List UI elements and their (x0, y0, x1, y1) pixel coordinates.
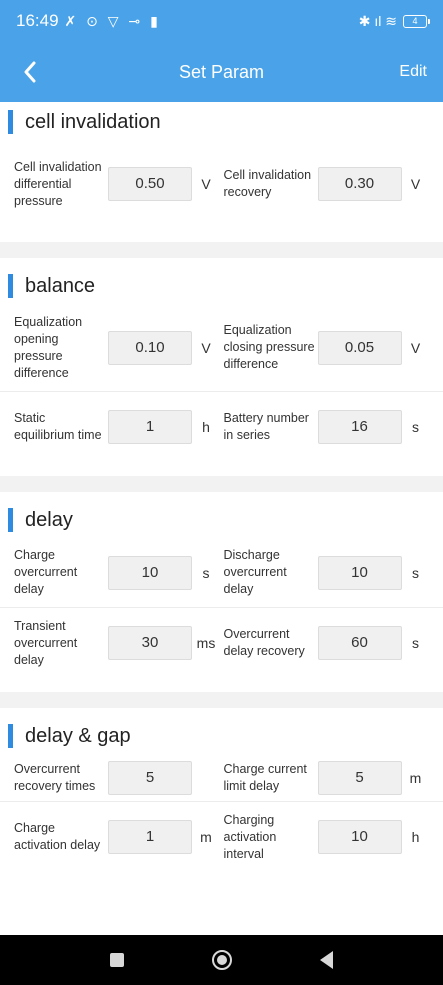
param-cell: Cell invalidation recovery 0.30 V (224, 167, 434, 201)
param-label: Charge current limit delay (223, 761, 307, 793)
param-unit: V (410, 176, 421, 192)
param-value-field[interactable]: 10 (108, 555, 192, 590)
param-cell: Overcurrent recovery times 5 (14, 760, 224, 795)
param-label: Discharge overcurrent delay (223, 548, 287, 596)
param-value-field[interactable]: 16 (317, 410, 402, 444)
param-cell: Charge current limit delay 5 m (223, 760, 434, 795)
param-unit: s (202, 564, 210, 581)
param-label: Equalization closing pressure difference (223, 323, 315, 371)
param-value-field[interactable]: 10 (317, 820, 402, 854)
section-title: cell invalidation (25, 110, 161, 133)
param-unit: V (410, 339, 421, 356)
param-label: Equalization opening pressure difference (14, 314, 83, 380)
param-label: Charge activation delay (14, 821, 101, 852)
param-unit: m (409, 769, 422, 786)
param-label: Transient overcurrent delay (14, 618, 78, 667)
param-unit: V (201, 176, 211, 192)
param-row: Transient overcurrent delay 30 ms Overcurre… (0, 608, 443, 678)
section-header: balance (0, 268, 443, 304)
param-cell: Battery number in series 16 s (224, 410, 434, 444)
home-icon[interactable] (212, 950, 232, 970)
recent-apps-icon[interactable] (110, 953, 124, 967)
section-header: cell invalidation (0, 104, 443, 140)
page-title: Set Param (178, 61, 265, 82)
param-label: Overcurrent recovery times (14, 761, 96, 793)
param-label: Charging activation interval (223, 812, 277, 861)
param-value-field[interactable]: 60 (317, 626, 402, 660)
battery-icon: 4 (403, 14, 430, 28)
edit-button[interactable]: Edit (399, 63, 427, 81)
param-value-field[interactable]: 5 (317, 760, 402, 795)
param-unit: s (412, 419, 419, 435)
section-header: delay & gap (0, 718, 443, 754)
status-time: 16:49 (16, 11, 59, 30)
param-list[interactable]: cell invalidation Cell invalidation diffe… (0, 102, 443, 935)
param-row: Charge activation delay 1 m Charging activa… (0, 802, 443, 872)
section-divider (0, 476, 443, 492)
param-row: Overcurrent recovery times 5 Charge curren… (0, 754, 443, 802)
section-accent-bar (8, 274, 13, 298)
param-cell: Equalization opening pressure difference… (14, 314, 224, 382)
param-value-field[interactable]: 30 (108, 626, 192, 660)
param-label: Static equilibrium time (14, 411, 102, 442)
section-header: delay (0, 502, 443, 538)
notification-icons: ✗ ⊙ ▽ ⊸ ▮ (64, 12, 161, 29)
status-bar: 16:49 ✗ ⊙ ▽ ⊸ ▮ ✱ ıl ≋ 4 (0, 0, 443, 42)
section-divider (0, 242, 443, 258)
param-label: Overcurrent delay recovery (223, 627, 305, 658)
back-button[interactable] (0, 42, 60, 102)
sections-container: cell invalidation Cell invalidation diffe… (0, 104, 443, 872)
param-row: Charge overcurrent delay 10 s Discharge ove… (0, 538, 443, 608)
section-divider (0, 692, 443, 708)
section-accent-bar (8, 110, 13, 134)
section-title: delay (25, 508, 73, 531)
section-title: balance (25, 274, 96, 297)
param-cell: Transient overcurrent delay 30 ms (14, 618, 224, 669)
param-row: Static equilibrium time 1 h Battery number … (0, 392, 443, 462)
param-value-field[interactable]: 0.30 (317, 167, 402, 201)
param-label: Cell invalidation recovery (223, 168, 312, 199)
system-navigation-bar (0, 935, 443, 985)
param-value-field[interactable]: 0.05 (317, 330, 402, 365)
param-cell: Equalization closing pressure difference… (224, 322, 434, 373)
param-value-field[interactable]: 0.10 (108, 330, 192, 365)
param-value-field[interactable]: 1 (108, 820, 192, 854)
app-header: Set Param Edit (0, 42, 443, 102)
param-label: Battery number in series (223, 411, 309, 442)
param-cell: Charging activation interval 10 h (224, 812, 434, 863)
param-unit: s (412, 635, 419, 651)
param-value-field[interactable]: 0.50 (108, 167, 192, 201)
param-unit: ms (196, 635, 216, 651)
param-row: Cell invalidation differential pressure 0… (0, 140, 443, 228)
param-cell: Charge overcurrent delay 10 s (14, 547, 224, 598)
param-row: Equalization opening pressure difference… (0, 304, 443, 392)
section-accent-bar (8, 508, 13, 532)
param-cell: Charge activation delay 1 m (14, 820, 224, 854)
param-unit: m (200, 829, 212, 845)
param-label: Charge overcurrent delay (14, 548, 78, 596)
param-label: Cell invalidation differential pressure (14, 159, 102, 208)
param-cell: Cell invalidation differential pressure 0… (14, 159, 224, 210)
param-value-field[interactable]: 1 (108, 410, 192, 444)
param-unit: V (201, 339, 211, 356)
param-cell: Static equilibrium time 1 h (14, 410, 224, 444)
param-cell: Discharge overcurrent delay 10 s (224, 547, 434, 598)
param-unit: h (411, 829, 420, 845)
param-cell: Overcurrent delay recovery 60 s (224, 626, 434, 660)
section-accent-bar (8, 724, 13, 748)
param-value-field[interactable]: 10 (317, 555, 402, 590)
connectivity-icons: ✱ ıl ≋ (358, 12, 397, 29)
param-unit: s (412, 564, 419, 581)
param-unit: h (202, 419, 210, 435)
back-triangle-icon[interactable] (320, 951, 333, 969)
chevron-left-icon (24, 61, 36, 83)
section-title: delay & gap (25, 724, 131, 747)
param-value-field[interactable]: 5 (108, 760, 192, 795)
